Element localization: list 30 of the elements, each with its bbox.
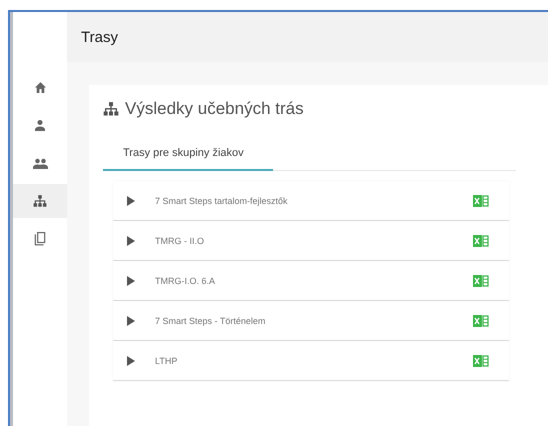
group-icon: [32, 158, 48, 168]
page-title: Trasy: [81, 28, 118, 46]
spreadsheet-icon[interactable]: [473, 354, 489, 366]
spreadsheet-icon[interactable]: [473, 234, 489, 246]
route-row[interactable]: TMRG-I.O. 6.A: [113, 261, 509, 301]
expand-arrow-icon[interactable]: [127, 236, 135, 246]
route-row[interactable]: 7 Smart Steps - Történelem: [113, 301, 509, 341]
tab[interactable]: Trasy pre skupiny žiakov: [103, 139, 273, 171]
route-name: TMRG-I.O. 6.A: [155, 276, 216, 286]
expand-arrow-icon[interactable]: [127, 276, 135, 286]
route-row[interactable]: 7 Smart Steps tartalom-fejlesztők: [113, 181, 509, 221]
route-name: 7 Smart Steps - Történelem: [155, 316, 266, 326]
route-row[interactable]: LTHP: [113, 341, 509, 381]
expand-arrow-icon[interactable]: [127, 356, 135, 366]
copy-icon: [34, 232, 46, 246]
sidebar-item[interactable]: [13, 184, 67, 218]
route-name: LTHP: [155, 356, 178, 366]
sitemap-icon: [103, 102, 119, 116]
home-icon: [34, 81, 46, 93]
person-icon: [34, 119, 46, 131]
card-title: Výsledky učebných trás: [125, 99, 304, 119]
sitemap-icon: [33, 194, 47, 208]
spreadsheet-icon[interactable]: [473, 194, 489, 206]
route-name: TMRG - II.O: [155, 236, 205, 246]
route-row[interactable]: TMRG - II.O: [113, 221, 509, 261]
spreadsheet-icon[interactable]: [473, 314, 489, 326]
expand-arrow-icon[interactable]: [127, 316, 135, 326]
route-name: 7 Smart Steps tartalom-fejlesztők: [155, 196, 289, 206]
expand-arrow-icon[interactable]: [127, 196, 135, 206]
spreadsheet-icon[interactable]: [473, 274, 489, 286]
